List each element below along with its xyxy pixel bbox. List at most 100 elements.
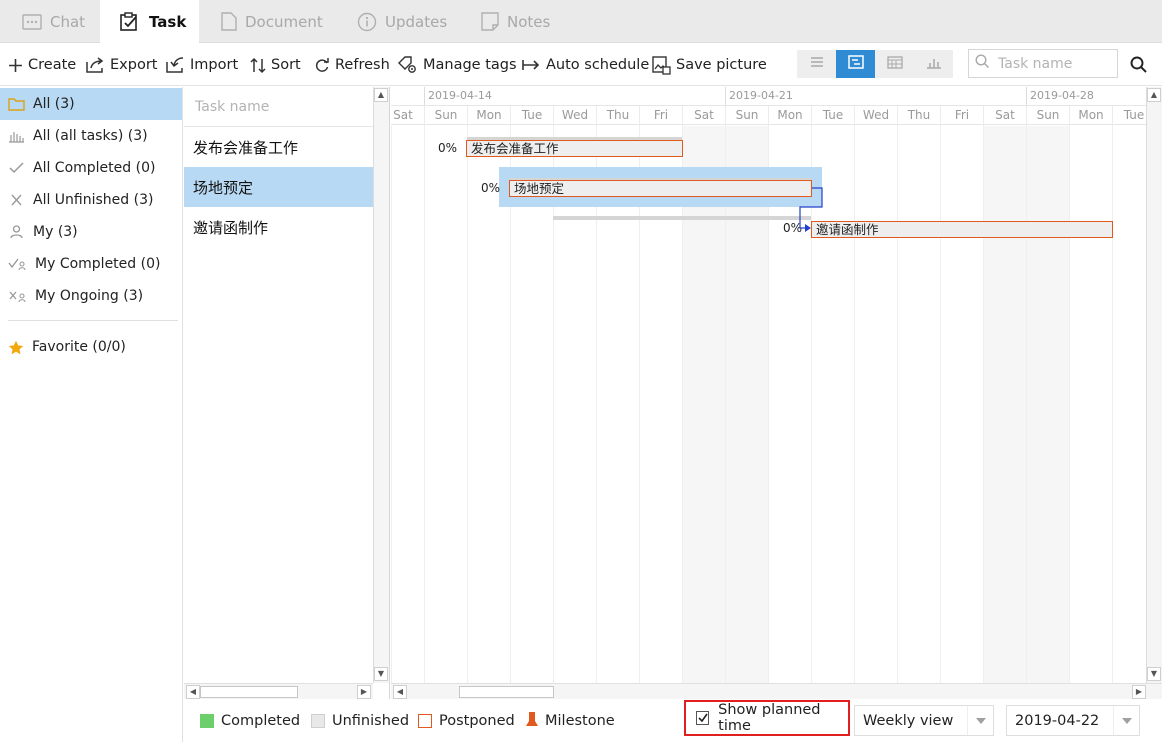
- task-row[interactable]: 邀请函制作: [184, 207, 373, 247]
- sidebar-item-label: All (all tasks) (3): [33, 128, 148, 144]
- search-box: [968, 49, 1118, 78]
- weekend-column: [983, 126, 1026, 683]
- scroll-thumb[interactable]: [459, 686, 554, 698]
- chart-view-button[interactable]: [914, 50, 953, 78]
- postponed-swatch: [418, 714, 432, 728]
- chat-icon: [22, 13, 42, 30]
- sidebar-item-all-completed[interactable]: All Completed (0): [0, 152, 182, 184]
- calendar-view-icon: [886, 55, 903, 73]
- list-view-button[interactable]: [797, 50, 836, 78]
- task-row[interactable]: 发布会准备工作: [184, 127, 373, 167]
- day-column: [854, 126, 897, 683]
- scroll-right-button[interactable]: ▶: [1132, 685, 1146, 699]
- sidebar-item-favorite[interactable]: Favorite (0/0): [0, 331, 182, 363]
- sidebar-item-all[interactable]: All (3): [0, 88, 182, 120]
- task-icon: [119, 12, 141, 32]
- day-column: [811, 126, 854, 683]
- sidebar-item-my-ongoing[interactable]: My Ongoing (3): [0, 280, 182, 312]
- show-planned-time-toggle[interactable]: Show planned time: [684, 700, 850, 736]
- create-label: Create: [28, 57, 77, 73]
- sidebar-item-my-completed[interactable]: My Completed (0): [0, 248, 182, 280]
- chevron-down-icon: [967, 706, 993, 735]
- search-input[interactable]: [996, 54, 1111, 73]
- date-value: 2019-04-22: [1015, 712, 1100, 729]
- scroll-left-button[interactable]: ◀: [393, 685, 407, 699]
- legend-label: Unfinished: [332, 713, 410, 729]
- auto-schedule-label: Auto schedule: [546, 57, 650, 73]
- scroll-right-button[interactable]: ▶: [357, 685, 371, 699]
- auto-schedule-button[interactable]: Auto schedule: [522, 44, 649, 86]
- scroll-down-button[interactable]: ▼: [374, 667, 388, 681]
- my-completed-icon: [8, 257, 27, 271]
- legend-label: Completed: [221, 713, 301, 729]
- week-label: 2019-04-21: [725, 87, 1026, 105]
- day-column: [596, 126, 639, 683]
- tab-notes[interactable]: Notes: [460, 0, 570, 43]
- view-mode-select[interactable]: Weekly view: [854, 705, 994, 736]
- toolbar: Create Export Import Sort Refresh Manage…: [0, 44, 1162, 86]
- task-bar[interactable]: 邀请函制作: [811, 221, 1113, 238]
- day-column: [510, 126, 553, 683]
- legend-label: Milestone: [545, 713, 615, 729]
- legend-completed: Completed: [200, 700, 300, 742]
- save-picture-button[interactable]: Save picture: [652, 44, 767, 86]
- sidebar-item-label: My Ongoing (3): [35, 288, 144, 304]
- tab-document[interactable]: Document: [200, 0, 340, 43]
- view-mode-value: Weekly view: [863, 712, 954, 729]
- tab-bar: Chat Task Document Updates Notes: [0, 0, 1162, 44]
- day-column: [768, 126, 811, 683]
- date-select[interactable]: 2019-04-22: [1006, 705, 1140, 736]
- refresh-button[interactable]: Refresh: [314, 44, 390, 86]
- sidebar-item-all-unfinished[interactable]: All Unfinished (3): [0, 184, 182, 216]
- tab-chat[interactable]: Chat: [0, 0, 100, 43]
- gantt-view-button[interactable]: [836, 50, 875, 78]
- picture-icon: [652, 55, 671, 75]
- sidebar-item-label: All Completed (0): [33, 160, 156, 176]
- manage-tags-button[interactable]: Manage tags: [398, 44, 517, 86]
- arrow-right-icon: [522, 59, 541, 71]
- export-button[interactable]: Export: [86, 44, 157, 86]
- task-list-panel: Task name 发布会准备工作 场地预定 邀请函制作 ▲ ▼ ◀ ▶: [184, 87, 390, 699]
- info-icon: [357, 12, 377, 32]
- scroll-left-button[interactable]: ◀: [186, 685, 200, 699]
- task-bar[interactable]: 场地预定: [509, 180, 812, 197]
- sidebar-item-label: My Completed (0): [35, 256, 161, 272]
- export-icon: [86, 57, 105, 73]
- scroll-up-button[interactable]: ▲: [1147, 88, 1161, 102]
- task-list-horizontal-scrollbar[interactable]: ◀ ▶: [184, 683, 373, 699]
- sidebar-divider: [8, 320, 178, 321]
- scroll-down-button[interactable]: ▼: [1147, 667, 1161, 681]
- show-planned-time-checkbox[interactable]: [696, 711, 710, 725]
- scroll-up-button[interactable]: ▲: [374, 88, 388, 102]
- gantt-vertical-scrollbar[interactable]: ▲ ▼: [1146, 87, 1162, 683]
- sort-button[interactable]: Sort: [250, 44, 301, 86]
- sidebar-item-my[interactable]: My (3): [0, 216, 182, 248]
- scroll-thumb[interactable]: [200, 686, 298, 698]
- save-picture-label: Save picture: [676, 57, 767, 73]
- tab-updates[interactable]: Updates: [340, 0, 460, 43]
- import-button[interactable]: Import: [166, 44, 238, 86]
- task-row[interactable]: 场地预定: [184, 167, 373, 207]
- planned-time-bar: [553, 216, 811, 220]
- refresh-icon: [314, 57, 330, 73]
- create-button[interactable]: Create: [8, 44, 76, 86]
- gantt-horizontal-scrollbar[interactable]: ◀ ▶: [391, 683, 1162, 699]
- day-column: [424, 126, 467, 683]
- day-label: Fri: [639, 106, 682, 126]
- tag-gear-icon: [398, 56, 418, 74]
- search-button-icon[interactable]: [1130, 56, 1148, 78]
- calendar-view-button[interactable]: [875, 50, 914, 78]
- person-icon: [8, 225, 25, 239]
- tab-task-label: Task: [149, 13, 187, 31]
- day-column: [1112, 126, 1146, 683]
- tab-task[interactable]: Task: [100, 0, 199, 44]
- task-list-vertical-scrollbar[interactable]: ▲ ▼: [373, 87, 389, 683]
- day-column: [639, 126, 682, 683]
- task-bar[interactable]: 发布会准备工作: [466, 140, 683, 157]
- weekend-column: [682, 126, 725, 683]
- task-progress-label: 0%: [437, 141, 457, 155]
- week-label: 2019-04-28: [1026, 87, 1146, 105]
- sidebar-item-all-tasks[interactable]: All (all tasks) (3): [0, 120, 182, 152]
- day-label: Sat: [391, 106, 424, 126]
- day-label: Sat: [682, 106, 725, 126]
